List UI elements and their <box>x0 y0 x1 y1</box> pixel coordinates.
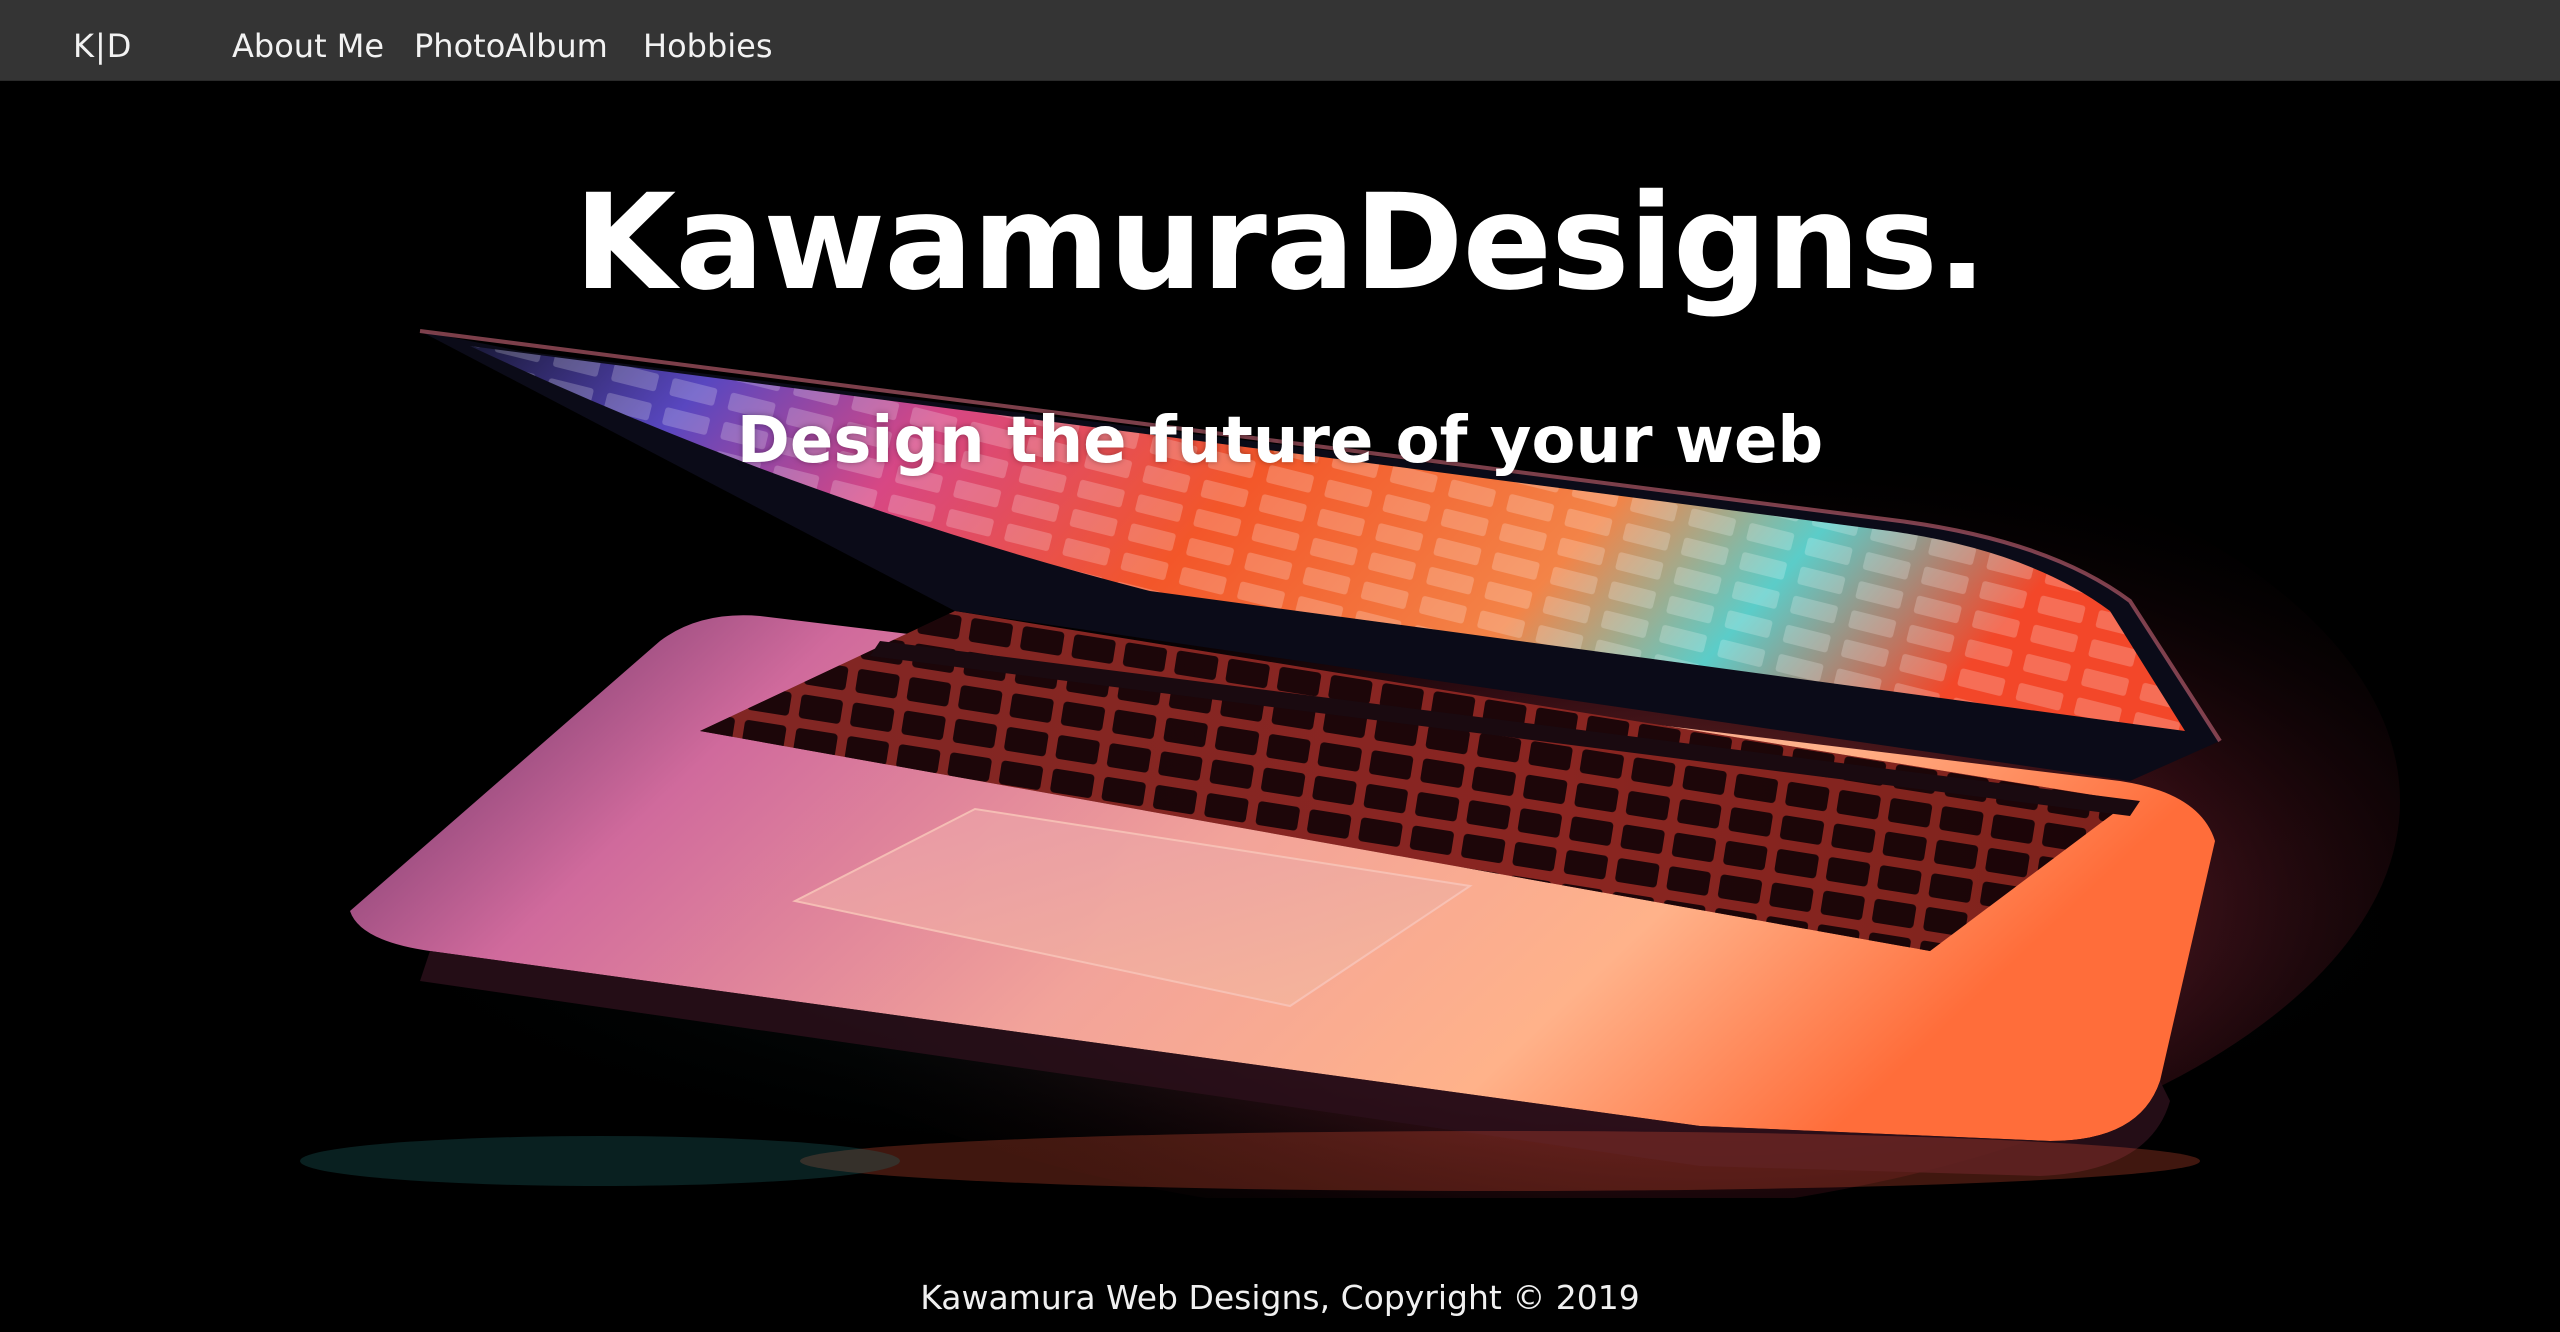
nav-link-photo-album[interactable]: PhotoAlbum <box>414 0 608 80</box>
nav-link-hobbies[interactable]: Hobbies <box>643 0 773 80</box>
hero-section: KawamuraDesigns. Design the future of yo… <box>0 81 2560 1198</box>
hero-subtitle: Design the future of your web <box>736 404 1824 478</box>
nav-link-about-me[interactable]: About Me <box>232 0 384 80</box>
page: K|D About Me PhotoAlbum Hobbies Kawamura… <box>0 0 2560 1332</box>
top-navbar: K|D About Me PhotoAlbum Hobbies <box>0 0 2560 81</box>
footer: Kawamura Web Designs, Copyright © 2019 <box>0 1198 2560 1332</box>
footer-copyright: Kawamura Web Designs, Copyright © 2019 <box>920 1278 1640 1317</box>
hero-title: KawamuraDesigns. <box>573 166 1987 320</box>
brand-logo-link[interactable]: K|D <box>73 0 132 80</box>
